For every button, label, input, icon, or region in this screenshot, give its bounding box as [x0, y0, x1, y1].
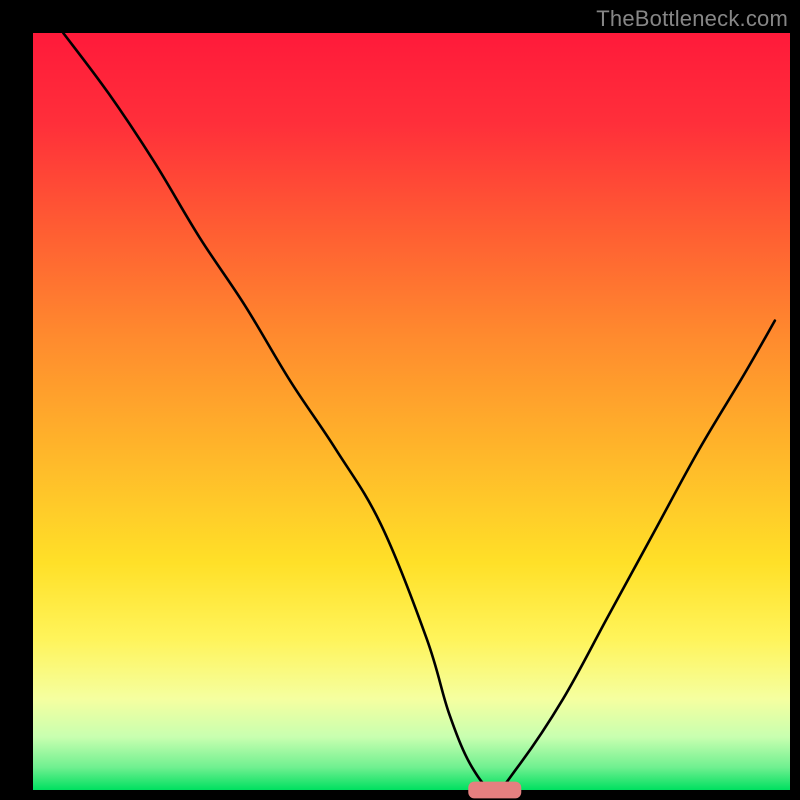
plot-background [33, 33, 790, 790]
optimal-marker [468, 782, 521, 799]
bottleneck-chart [0, 0, 800, 800]
chart-container: TheBottleneck.com [0, 0, 800, 800]
watermark-text: TheBottleneck.com [596, 6, 788, 32]
